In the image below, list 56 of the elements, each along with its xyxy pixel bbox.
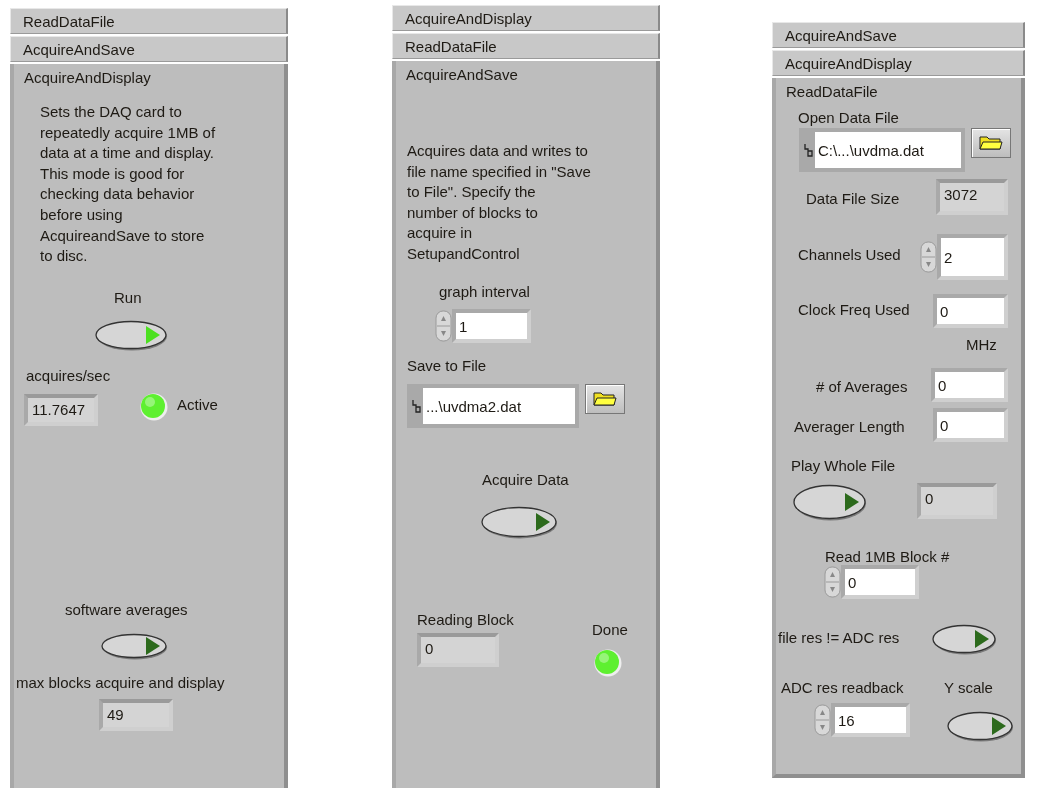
control-label: Reading Block bbox=[417, 611, 514, 628]
browse-button[interactable] bbox=[971, 128, 1011, 158]
control-label: software averages bbox=[65, 601, 188, 618]
tab[interactable]: AcquireAndDisplay bbox=[772, 50, 1025, 76]
control-label: Averager Length bbox=[794, 418, 905, 435]
numeric-indicator: 3072 bbox=[936, 179, 1008, 215]
tab[interactable]: ReadDataFile bbox=[10, 8, 288, 34]
toggle-switch[interactable] bbox=[100, 632, 168, 660]
path-icon bbox=[803, 143, 813, 157]
control-label: file res != ADC res bbox=[778, 629, 900, 646]
control-label: Y scale bbox=[944, 679, 993, 696]
browse-button[interactable] bbox=[585, 384, 625, 414]
description-text: Acquires data and writes to file name specified in "Save to File". Specify the number of blocks to acquire in SetupandControl bbox=[407, 141, 592, 264]
control-label: acquires/sec bbox=[26, 367, 111, 384]
control-label: ADC res readback bbox=[781, 679, 904, 696]
control-label: Acquire Data bbox=[482, 471, 569, 488]
toggle-switch[interactable] bbox=[480, 505, 558, 539]
toggle-switch[interactable] bbox=[946, 710, 1014, 742]
numeric-indicator: 0 bbox=[917, 483, 997, 519]
folder-icon bbox=[593, 391, 617, 407]
control-label: Done bbox=[592, 621, 628, 638]
control-label: Open Data File bbox=[798, 109, 899, 126]
control-label: Active bbox=[177, 396, 218, 413]
folder-icon bbox=[979, 135, 1003, 151]
control-label: Data File Size bbox=[806, 190, 900, 207]
numeric-indicator: 49 bbox=[99, 699, 173, 731]
control-label: # of Averages bbox=[816, 378, 908, 395]
control-label: Run bbox=[114, 289, 142, 306]
control-label: Read 1MB Block # bbox=[825, 548, 950, 565]
control-label: Play Whole File bbox=[791, 457, 896, 474]
control-label: Channels Used bbox=[798, 246, 901, 263]
control-label: MHz bbox=[966, 336, 997, 353]
control-label: Save to File bbox=[407, 357, 487, 374]
tab[interactable]: AcquireAndDisplay bbox=[392, 5, 660, 31]
toggle-switch[interactable] bbox=[792, 483, 867, 521]
numeric-field[interactable]: 2 bbox=[937, 234, 1008, 280]
numeric-field[interactable]: 0 bbox=[931, 368, 1008, 402]
control-label: max blocks acquire and display bbox=[16, 674, 225, 691]
numeric-field[interactable]: 1 bbox=[452, 309, 531, 343]
numeric-field[interactable]: 16 bbox=[831, 703, 910, 737]
numeric-indicator: 0 bbox=[417, 633, 499, 667]
toggle-switch[interactable] bbox=[931, 623, 997, 655]
control-label: Clock Freq Used bbox=[798, 301, 910, 318]
numeric-field[interactable]: 0 bbox=[933, 408, 1008, 442]
path-field[interactable]: ...\uvdma2.dat bbox=[423, 388, 575, 424]
control-label: graph interval bbox=[439, 283, 530, 300]
tab[interactable]: ReadDataFile bbox=[392, 33, 660, 59]
numeric-field[interactable]: 0 bbox=[841, 565, 919, 599]
numeric-indicator: 11.7647 bbox=[24, 394, 98, 426]
path-field[interactable]: C:\...\uvdma.dat bbox=[815, 132, 961, 168]
tab[interactable]: AcquireAndSave bbox=[772, 22, 1025, 48]
path-icon bbox=[411, 399, 421, 413]
description-text: Sets the DAQ card to repeatedly acquire 1MB of data at a time and display. This mode is good for checking data behavior before using AcquireandSave to store to disc. bbox=[40, 102, 217, 267]
toggle-switch[interactable] bbox=[94, 319, 168, 351]
tab[interactable]: AcquireAndSave bbox=[10, 36, 288, 62]
numeric-field[interactable]: 0 bbox=[933, 294, 1008, 328]
